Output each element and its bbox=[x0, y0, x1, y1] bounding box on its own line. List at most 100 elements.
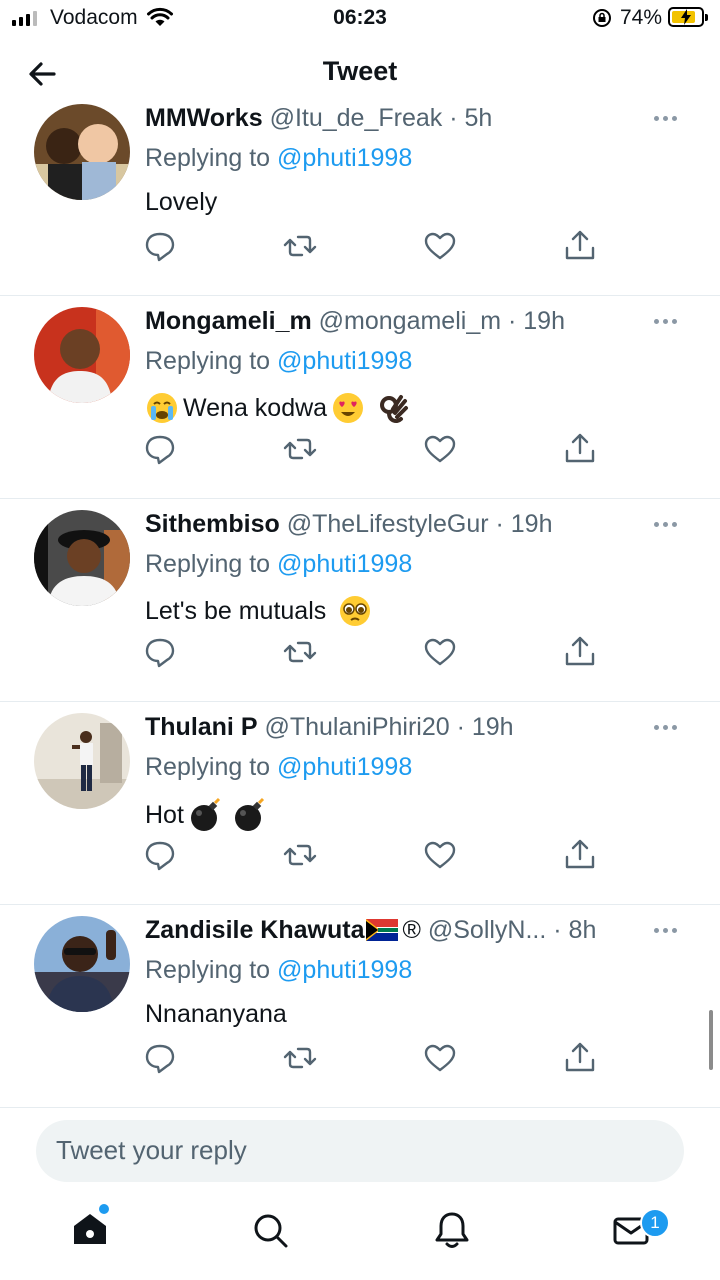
tweet-header: Mongameli_m @mongameli_m · 19h bbox=[145, 307, 565, 335]
replying-to-link[interactable]: @phuti1998 bbox=[277, 753, 412, 781]
tweet-header: Thulani P @ThulaniPhiri20 · 19h bbox=[145, 713, 514, 741]
search-icon[interactable] bbox=[248, 1208, 292, 1252]
page-title: Tweet bbox=[322, 56, 398, 86]
reply-icon[interactable] bbox=[140, 632, 180, 672]
bomb-emoji bbox=[234, 797, 264, 831]
reply-icon[interactable] bbox=[140, 835, 180, 875]
tweet-header: MMWorks @Itu_de_Freak · 5h bbox=[145, 104, 493, 132]
tweet-text-content: Lovely bbox=[145, 188, 218, 216]
south-africa-flag-emoji bbox=[366, 919, 399, 941]
reply-tweet[interactable]: Thulani P @ThulaniPhiri20 · 19h Replying… bbox=[0, 701, 720, 905]
more-options-icon[interactable] bbox=[654, 313, 684, 329]
tweet-text: Let's be mutuals bbox=[145, 594, 372, 628]
reply-icon[interactable] bbox=[140, 226, 180, 266]
share-icon[interactable] bbox=[560, 1038, 600, 1078]
like-heart-icon[interactable] bbox=[420, 226, 460, 266]
reply-tweet[interactable]: Sithembiso @TheLifestyleGur · 19h Replyi… bbox=[0, 498, 720, 702]
tweet-time: 19h bbox=[471, 713, 514, 741]
tweet-time: 19h bbox=[510, 510, 553, 538]
tweet-time: 5h bbox=[464, 104, 493, 132]
tweet-text-content: Let's be mutuals bbox=[145, 596, 327, 625]
registered-mark: ® bbox=[402, 916, 421, 944]
tweet-header: Zandisile Khawuta ® @SollyN... · 8h bbox=[145, 916, 597, 944]
replying-label: Replying to bbox=[145, 753, 271, 781]
replying-to-link[interactable]: @phuti1998 bbox=[277, 144, 412, 172]
share-icon[interactable] bbox=[560, 429, 600, 469]
reply-tweet[interactable]: MMWorks @Itu_de_Freak · 5h Replying to @… bbox=[0, 92, 720, 296]
retweet-icon[interactable] bbox=[280, 429, 320, 469]
like-heart-icon[interactable] bbox=[420, 835, 460, 875]
messages-badge: 1 bbox=[640, 1208, 670, 1238]
replying-to-link[interactable]: @phuti1998 bbox=[277, 550, 412, 578]
tweet-actions bbox=[140, 226, 610, 266]
clock: 06:23 bbox=[333, 6, 387, 29]
heart-eyes-emoji bbox=[333, 393, 364, 423]
share-icon[interactable] bbox=[560, 632, 600, 672]
tweet-actions bbox=[140, 835, 610, 875]
avatar[interactable] bbox=[34, 510, 130, 606]
replying-to-link[interactable]: @phuti1998 bbox=[277, 347, 412, 375]
pleading-face-emoji bbox=[340, 596, 371, 626]
retweet-icon[interactable] bbox=[280, 632, 320, 672]
tweet-text: Nnananyana bbox=[145, 1000, 287, 1029]
replying-to: Replying to @phuti1998 bbox=[145, 550, 412, 579]
like-heart-icon[interactable] bbox=[420, 429, 460, 469]
more-options-icon[interactable] bbox=[654, 719, 684, 735]
tweet-actions bbox=[140, 1038, 610, 1078]
tweet-time: 19h bbox=[523, 307, 565, 335]
tweet-text: Hot bbox=[145, 797, 268, 833]
retweet-icon[interactable] bbox=[280, 1038, 320, 1078]
display-name[interactable]: Sithembiso bbox=[145, 510, 280, 538]
user-handle[interactable]: @mongameli_m bbox=[319, 307, 501, 335]
display-name[interactable]: MMWorks bbox=[145, 104, 263, 132]
reply-icon[interactable] bbox=[140, 429, 180, 469]
user-handle[interactable]: @SollyN... bbox=[428, 916, 546, 944]
replying-to: Replying to @phuti1998 bbox=[145, 753, 412, 782]
tweet-header: Sithembiso @TheLifestyleGur · 19h bbox=[145, 510, 553, 538]
replying-label: Replying to bbox=[145, 956, 271, 984]
like-heart-icon[interactable] bbox=[420, 632, 460, 672]
more-options-icon[interactable] bbox=[654, 516, 684, 532]
share-icon[interactable] bbox=[560, 835, 600, 875]
notifications-bell-icon[interactable] bbox=[430, 1208, 474, 1252]
avatar[interactable] bbox=[34, 307, 130, 403]
replying-label: Replying to bbox=[145, 144, 271, 172]
user-handle[interactable]: @Itu_de_Freak bbox=[270, 104, 443, 132]
reply-tweet[interactable]: Mongameli_m @mongameli_m · 19h Replying … bbox=[0, 295, 720, 499]
tweet-text-content: Hot bbox=[145, 800, 184, 829]
avatar[interactable] bbox=[34, 916, 130, 1012]
tweet-actions bbox=[140, 632, 610, 672]
scrollbar[interactable] bbox=[709, 1010, 713, 1070]
more-options-icon[interactable] bbox=[654, 110, 684, 126]
ok-hand-emoji bbox=[380, 395, 409, 423]
home-new-indicator bbox=[99, 1204, 109, 1214]
reply-icon[interactable] bbox=[140, 1038, 180, 1078]
retweet-icon[interactable] bbox=[280, 835, 320, 875]
battery-icon bbox=[668, 7, 708, 27]
avatar[interactable] bbox=[34, 104, 130, 200]
like-heart-icon[interactable] bbox=[420, 1038, 460, 1078]
tweet-actions bbox=[140, 429, 610, 469]
reply-placeholder: Tweet your reply bbox=[56, 1135, 247, 1165]
display-name[interactable]: Thulani P bbox=[145, 713, 258, 741]
user-handle[interactable]: @ThulaniPhiri20 bbox=[264, 713, 449, 741]
crying-face-emoji bbox=[147, 393, 177, 423]
replying-to: Replying to @phuti1998 bbox=[145, 956, 412, 985]
more-options-icon[interactable] bbox=[654, 922, 684, 938]
replying-to-link[interactable]: @phuti1998 bbox=[277, 956, 412, 984]
replying-label: Replying to bbox=[145, 347, 271, 375]
user-handle[interactable]: @TheLifestyleGur bbox=[287, 510, 489, 538]
bomb-emoji bbox=[190, 797, 220, 831]
replying-to: Replying to @phuti1998 bbox=[145, 347, 412, 376]
replying-to: Replying to @phuti1998 bbox=[145, 144, 412, 173]
tweet-text-content: Wena kodwa bbox=[183, 393, 328, 422]
avatar[interactable] bbox=[34, 713, 130, 809]
display-name[interactable]: Zandisile Khawuta bbox=[145, 916, 364, 944]
reply-tweet[interactable]: Zandisile Khawuta ® @SollyN... · 8h Reply… bbox=[0, 904, 720, 1108]
reply-input[interactable]: Tweet your reply bbox=[36, 1120, 684, 1182]
retweet-icon[interactable] bbox=[280, 226, 320, 266]
bottom-tab-bar: 1 bbox=[0, 1192, 720, 1280]
home-icon[interactable] bbox=[68, 1208, 112, 1252]
display-name[interactable]: Mongameli_m bbox=[145, 307, 312, 335]
share-icon[interactable] bbox=[560, 226, 600, 266]
